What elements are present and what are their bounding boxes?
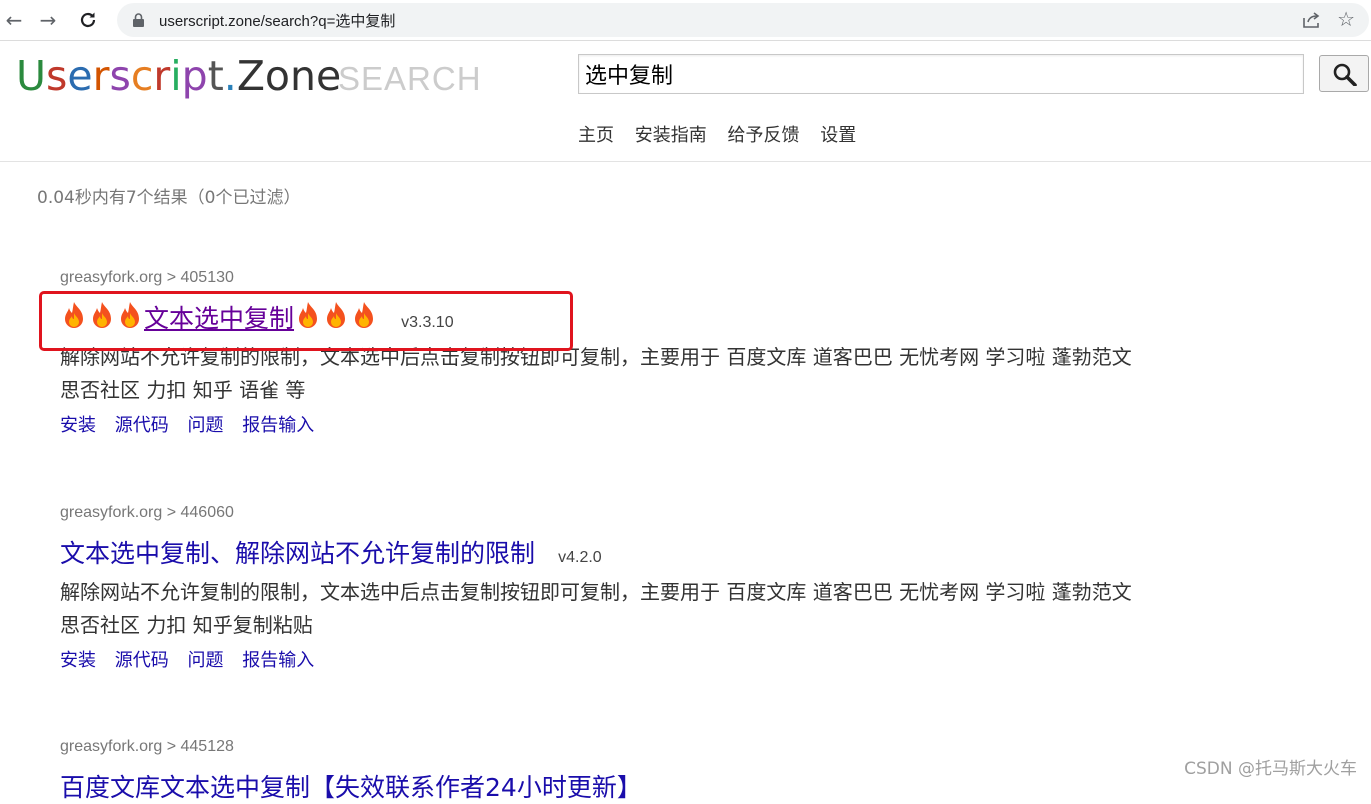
highlight-annotation-box [39,291,573,351]
result-title-link[interactable]: 百度文库文本选中复制【失效联系作者24小时更新】 [60,773,642,802]
nav-install-guide[interactable]: 安装指南 [635,125,707,146]
result-crumb: greasyfork.org > 445128 [60,738,234,755]
bookmark-star-icon[interactable]: ☆ [1337,7,1355,31]
lock-icon [133,13,144,27]
result-version: v4.2.0 [558,549,602,566]
result-title-link[interactable]: 文本选中复制、解除网站不允许复制的限制 [60,539,535,568]
search-result: greasyfork.org > 445128 百度文库文本选中复制【失效联系作… [60,738,642,804]
reload-icon[interactable] [74,6,102,34]
url-text[interactable]: userscript.zone/search?q=选中复制 [159,10,395,31]
report-link[interactable]: 报告输入 [242,415,314,436]
search-input[interactable] [578,54,1304,94]
issues-link[interactable]: 问题 [187,650,223,671]
result-crumb: greasyfork.org > 405130 [60,269,234,286]
logo-search-label: SEARCH [338,60,482,97]
result-actions: 安装 源代码 问题 报告输入 [60,411,1150,437]
header-divider [0,161,1371,162]
magnifier-icon [1333,63,1357,86]
install-link[interactable]: 安装 [60,650,96,671]
back-arrow-icon[interactable]: ← [0,6,28,34]
result-description: 解除网站不允许复制的限制，文本选中后点击复制按钮即可复制，主要用于 百度文库 道… [60,580,1132,637]
install-link[interactable]: 安装 [60,415,96,436]
watermark: CSDN @托马斯大火车 [1184,759,1357,779]
nav-settings[interactable]: 设置 [820,125,856,146]
result-actions: 安装 源代码 问题 报告输入 [60,646,1150,672]
share-icon[interactable] [1301,11,1321,29]
address-bar[interactable]: userscript.zone/search?q=选中复制 ☆ [117,3,1369,37]
site-logo[interactable]: Userscript.Zone [16,52,341,100]
report-link[interactable]: 报告输入 [242,650,314,671]
nav-home[interactable]: 主页 [578,125,614,146]
search-result: greasyfork.org > 446060 文本选中复制、解除网站不允许复制… [60,504,1150,672]
issues-link[interactable]: 问题 [187,415,223,436]
result-crumb: greasyfork.org > 446060 [60,504,234,521]
forward-arrow-icon[interactable]: → [34,6,62,34]
top-navigation: 主页 安装指南 给予反馈 设置 [578,121,871,147]
source-link[interactable]: 源代码 [115,650,169,671]
browser-toolbar: ← → userscript.zone/search?q=选中复制 ☆ [0,0,1371,41]
result-stats: 0.04秒内有7个结果（0个已过滤） [37,188,301,208]
source-link[interactable]: 源代码 [115,415,169,436]
search-button[interactable] [1319,55,1369,92]
nav-feedback[interactable]: 给予反馈 [727,125,799,146]
